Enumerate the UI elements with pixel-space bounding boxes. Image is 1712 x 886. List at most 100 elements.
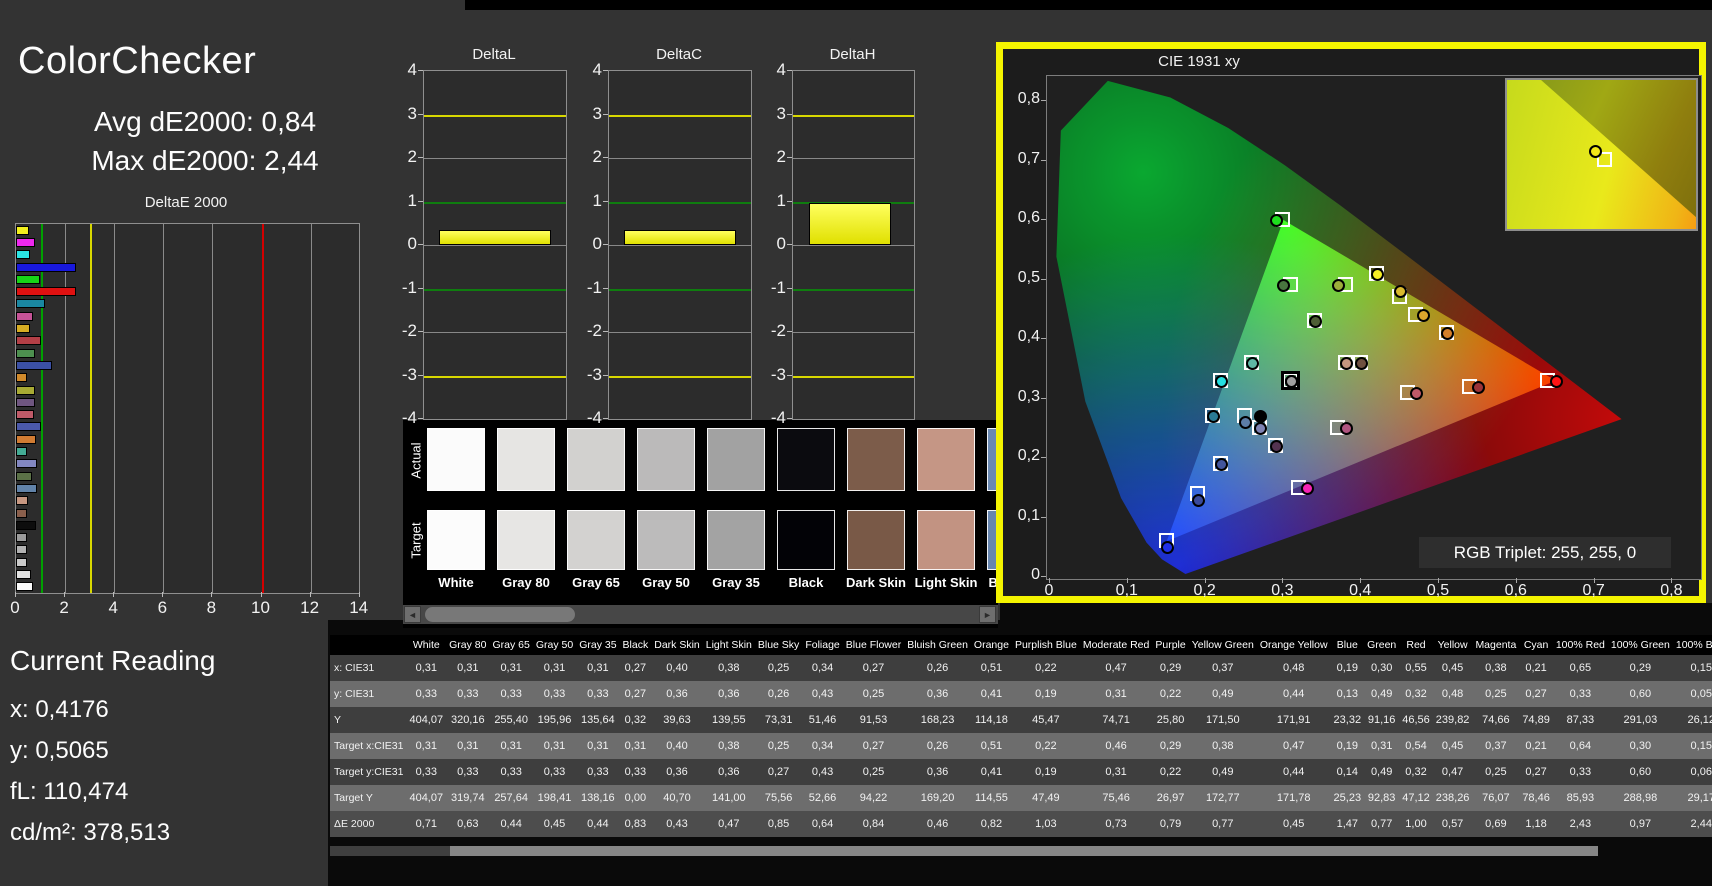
- patch-measured-point: [1269, 214, 1283, 227]
- table-cell: 87,33: [1566, 714, 1595, 726]
- axis-tick-mark: [787, 287, 792, 289]
- axis-tick-label: 14: [349, 598, 369, 617]
- table-scrollbar-thumb[interactable]: [450, 846, 1598, 856]
- table-scrollbar[interactable]: [330, 846, 1598, 856]
- table-cell: 0,38: [1212, 740, 1234, 752]
- axis-tick-mark: [787, 157, 792, 158]
- axis-tick-label: 1: [407, 190, 417, 210]
- table-cell: 0,31: [457, 662, 479, 674]
- table-cell: 0,48: [1282, 662, 1305, 674]
- table-cell: 0,44: [1282, 688, 1305, 700]
- swatch-scroll-left-button[interactable]: ◄: [404, 606, 421, 623]
- table-cell: 0,46: [1105, 740, 1127, 752]
- swatch-label: Light Skin: [914, 575, 978, 590]
- table-cell: 0,33: [500, 688, 522, 700]
- swatch-label: Dark Skin: [846, 575, 906, 590]
- current-reading-panel: Current Reading x: 0,4176 y: 0,5065 fL: …: [10, 645, 310, 853]
- table-cell: 0,36: [666, 766, 688, 778]
- swatch-scrollbar[interactable]: ◄ ►: [403, 605, 998, 624]
- table-column-header: Magenta: [1472, 635, 1520, 655]
- axis-tick-mark: [1049, 578, 1050, 583]
- axis-tick-mark: [1593, 578, 1595, 583]
- axis-tick-mark: [603, 418, 608, 419]
- table-cell: 0,83: [624, 818, 647, 830]
- table-cell: 0,31: [587, 662, 609, 674]
- table-cell: 74,89: [1522, 714, 1550, 726]
- table-cell: 0,30: [1370, 662, 1393, 674]
- table-cell: 92,83: [1367, 792, 1396, 804]
- patch-measured-point: [1215, 457, 1229, 471]
- patch-measured-point: [1440, 327, 1454, 341]
- target-swatch: [917, 510, 975, 570]
- table-cell: 0,49: [1212, 766, 1234, 778]
- table-cell: 168,23: [920, 714, 955, 726]
- table-column-header: Yellow Green: [1188, 635, 1257, 655]
- table-cell: 2,43: [1569, 818, 1592, 830]
- table-column-header: Red: [1399, 635, 1433, 655]
- table-cell: 0,36: [718, 766, 740, 778]
- axis-tick-mark: [1041, 397, 1046, 399]
- gridline: [793, 245, 914, 246]
- current-fl-readout: fL: 110,474: [10, 778, 129, 805]
- patch-measured-point: [1308, 315, 1322, 329]
- deltaL-chart: [423, 70, 567, 420]
- target-swatch: [427, 510, 485, 570]
- reference-line: [793, 114, 914, 117]
- deltae-bar: [16, 287, 76, 297]
- table-cell: 0,22: [1159, 688, 1182, 700]
- actual-swatch: [917, 428, 975, 491]
- swatch-scrollbar-thumb[interactable]: [425, 607, 575, 622]
- gridline: [609, 332, 751, 333]
- table-cell: 0,36: [926, 766, 949, 778]
- table-cell: 29,17: [1687, 792, 1712, 804]
- cie-inset: [1505, 78, 1698, 231]
- deltae-bar: [16, 299, 45, 309]
- axis-tick-label: 0,7: [1017, 149, 1040, 167]
- table-column-header: Blue Sky: [754, 635, 803, 655]
- table-column-header: Moderate Red: [1079, 635, 1153, 655]
- table-cell: 171,50: [1205, 714, 1240, 726]
- table-cell: 0,43: [811, 766, 834, 778]
- table-cell: 0,47: [718, 818, 740, 830]
- axis-tick-mark: [787, 244, 792, 245]
- table-cell: 198,41: [537, 792, 572, 804]
- table-cell: 91,53: [859, 714, 888, 726]
- axis-tick-label: 3: [407, 103, 417, 123]
- table-cell: 0,27: [1525, 688, 1547, 700]
- axis-tick-mark: [418, 200, 423, 202]
- table-row: Target x:CIE31 0,31 0,31 0,31 0,31 0,31 0,31 0,…: [330, 733, 1712, 759]
- reference-line: [609, 201, 751, 204]
- axis-tick-mark: [603, 113, 608, 115]
- table-cell: 0,14: [1336, 766, 1358, 778]
- axis-tick-label: 4: [108, 598, 118, 617]
- axis-tick-mark: [787, 331, 792, 332]
- axis-tick-label: -3: [586, 364, 602, 384]
- table-cell: 40,70: [663, 792, 691, 804]
- axis-tick-mark: [418, 418, 423, 419]
- table-row: Target y:CIE31 0,33 0,33 0,33 0,33 0,33 0,33 0,…: [330, 759, 1712, 785]
- axis-tick-label: -4: [770, 408, 786, 427]
- swatch-label: White: [438, 575, 474, 590]
- deltae-chart: [15, 223, 360, 594]
- axis-tick-mark: [603, 200, 608, 202]
- table-cell: 0,44: [500, 818, 522, 830]
- table-cell: 0,36: [666, 688, 688, 700]
- actual-row-label: Actual: [408, 442, 424, 479]
- axis-tick-mark: [418, 244, 423, 245]
- reference-line: [793, 288, 914, 291]
- table-column-header: Dark Skin: [651, 635, 703, 655]
- table-cell: 0,31: [415, 740, 437, 752]
- table-cell: 0,33: [457, 766, 479, 778]
- table-column-header: Gray 80: [446, 635, 490, 655]
- reference-line: [424, 114, 566, 117]
- deltae-bar: [16, 557, 27, 567]
- table-cell: 0,45: [1441, 740, 1464, 752]
- table-cell: 0,27: [624, 662, 647, 674]
- axis-tick-label: 0,5: [1017, 268, 1040, 286]
- swatch-scroll-right-button[interactable]: ►: [979, 606, 996, 623]
- table-cell: 404,07: [409, 792, 444, 804]
- target-swatch: [777, 510, 835, 570]
- table-cell: 0,45: [543, 818, 566, 830]
- axis-tick-mark: [64, 592, 66, 597]
- table-cell: 0,33: [457, 688, 479, 700]
